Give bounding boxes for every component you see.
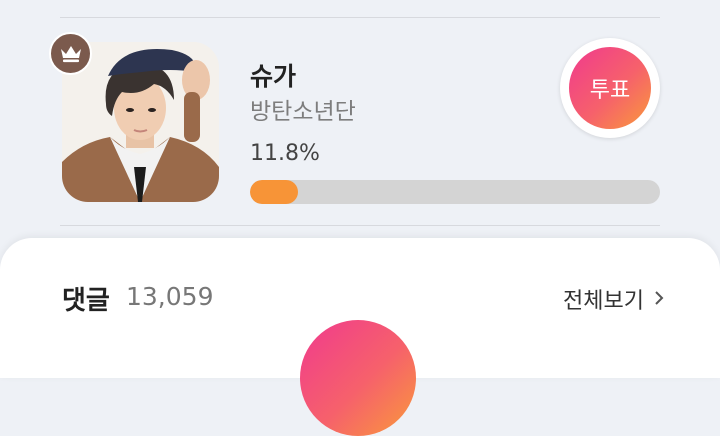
vote-button[interactable]: 투표 [569, 47, 651, 129]
vote-button-ring: 투표 [560, 38, 660, 138]
floating-vote-orb[interactable] [300, 320, 416, 436]
view-all-link[interactable]: 전체보기 [563, 283, 664, 315]
comments-count: 13,059 [126, 282, 214, 311]
crown-icon [49, 32, 92, 75]
candidate-name: 슈가 [250, 62, 297, 91]
candidate-group: 방탄소년단 [250, 99, 356, 125]
comments-panel: 댓글 13,059 전체보기 [0, 238, 720, 436]
chevron-right-icon [654, 287, 664, 312]
view-all-label: 전체보기 [563, 289, 644, 314]
vote-progress-bar [250, 180, 660, 204]
comments-title: 댓글 [62, 286, 110, 316]
bottom-divider [60, 225, 660, 226]
vote-percent: 11.8% [250, 141, 320, 166]
candidate-row: 슈가 방탄소년단 11.8% 투표 [0, 0, 720, 230]
vote-progress-fill [250, 180, 299, 204]
